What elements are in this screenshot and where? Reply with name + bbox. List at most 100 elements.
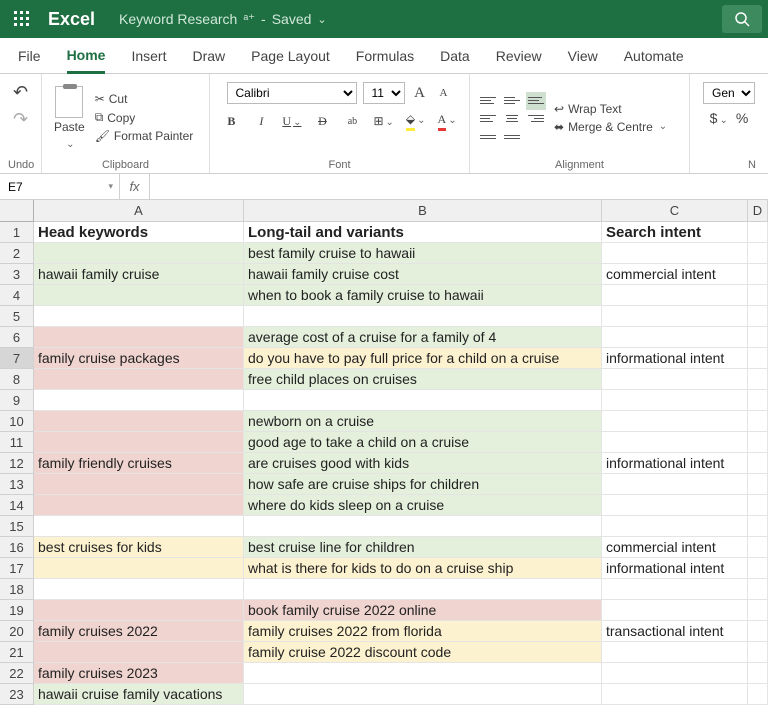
row-header[interactable]: 10	[0, 411, 34, 432]
cell[interactable]	[244, 684, 602, 705]
cell[interactable]: informational intent	[602, 453, 748, 474]
search-button[interactable]	[722, 5, 762, 33]
row-header[interactable]: 13	[0, 474, 34, 495]
cell[interactable]	[34, 369, 244, 390]
cell[interactable]	[602, 663, 748, 684]
fill-color-button[interactable]: ⬙	[406, 112, 426, 131]
copy-button[interactable]: ⧉ Copy	[95, 110, 194, 125]
spreadsheet-grid[interactable]: A B C D 1 Head keywords Long-tail and va…	[0, 200, 768, 705]
underline-button[interactable]: U	[282, 114, 301, 129]
row-header[interactable]: 5	[0, 306, 34, 327]
cell[interactable]: commercial intent	[602, 537, 748, 558]
cell[interactable]	[748, 600, 768, 621]
cell[interactable]	[602, 516, 748, 537]
align-top-button[interactable]	[478, 92, 498, 110]
cell[interactable]	[748, 579, 768, 600]
row-header[interactable]: 14	[0, 495, 34, 516]
cell[interactable]	[244, 306, 602, 327]
cell[interactable]: Search intent	[602, 222, 748, 243]
row-header[interactable]: 4	[0, 285, 34, 306]
cell[interactable]	[34, 432, 244, 453]
strike-button[interactable]: D	[313, 114, 331, 129]
cell[interactable]	[34, 285, 244, 306]
cell[interactable]	[748, 474, 768, 495]
cell[interactable]	[602, 285, 748, 306]
cell[interactable]	[602, 600, 748, 621]
cell[interactable]	[748, 285, 768, 306]
row-header[interactable]: 15	[0, 516, 34, 537]
name-box[interactable]: ▾	[0, 174, 120, 199]
number-format-select[interactable]: General	[703, 82, 755, 104]
cell[interactable]: hawaii family cruise cost	[244, 264, 602, 285]
cell[interactable]	[748, 495, 768, 516]
cell[interactable]	[602, 327, 748, 348]
col-header-B[interactable]: B	[244, 200, 602, 222]
cell[interactable]	[34, 474, 244, 495]
tab-automate[interactable]: Automate	[624, 38, 684, 73]
row-header[interactable]: 8	[0, 369, 34, 390]
cell[interactable]	[34, 495, 244, 516]
cell[interactable]	[748, 222, 768, 243]
tab-page-layout[interactable]: Page Layout	[251, 38, 330, 73]
cell[interactable]	[244, 390, 602, 411]
row-header[interactable]: 18	[0, 579, 34, 600]
cell[interactable]	[748, 369, 768, 390]
cell[interactable]: book family cruise 2022 online	[244, 600, 602, 621]
row-header[interactable]: 9	[0, 390, 34, 411]
format-painter-button[interactable]: 🖌 Format Painter	[95, 129, 194, 143]
cell[interactable]	[34, 642, 244, 663]
document-title[interactable]: Keyword Research ᵃ⁺ - Saved ⌄	[119, 11, 327, 27]
align-right-button[interactable]	[526, 110, 546, 128]
cell[interactable]	[602, 579, 748, 600]
row-header[interactable]: 22	[0, 663, 34, 684]
cell[interactable]: where do kids sleep on a cruise	[244, 495, 602, 516]
cell[interactable]: how safe are cruise ships for children	[244, 474, 602, 495]
row-header[interactable]: 21	[0, 642, 34, 663]
cell[interactable]	[34, 243, 244, 264]
cell[interactable]: family cruise packages	[34, 348, 244, 369]
cell[interactable]: commercial intent	[602, 264, 748, 285]
cell[interactable]: best cruise line for children	[244, 537, 602, 558]
cell[interactable]: hawaii family cruise	[34, 264, 244, 285]
shrink-font-button[interactable]: A	[435, 87, 453, 99]
row-header[interactable]: 1	[0, 222, 34, 243]
italic-button[interactable]: I	[252, 114, 270, 129]
cell[interactable]: family cruise 2022 discount code	[244, 642, 602, 663]
cell[interactable]: newborn on a cruise	[244, 411, 602, 432]
col-header-D[interactable]: D	[748, 200, 768, 222]
tab-view[interactable]: View	[568, 38, 598, 73]
chevron-down-icon[interactable]: ⌄	[317, 13, 326, 26]
decrease-indent-button[interactable]	[478, 128, 498, 146]
cell[interactable]	[602, 411, 748, 432]
cell[interactable]: family friendly cruises	[34, 453, 244, 474]
cell[interactable]	[602, 390, 748, 411]
cell[interactable]	[34, 306, 244, 327]
cell[interactable]: best family cruise to hawaii	[244, 243, 602, 264]
row-header[interactable]: 17	[0, 558, 34, 579]
tab-formulas[interactable]: Formulas	[356, 38, 414, 73]
font-name-select[interactable]: Calibri	[227, 82, 357, 104]
cell[interactable]	[748, 390, 768, 411]
cell[interactable]	[748, 306, 768, 327]
app-launcher-icon[interactable]	[6, 11, 38, 27]
cell[interactable]: what is there for kids to do on a cruise…	[244, 558, 602, 579]
cell[interactable]	[748, 453, 768, 474]
cell[interactable]	[748, 348, 768, 369]
align-left-button[interactable]	[478, 110, 498, 128]
row-header[interactable]: 7	[0, 348, 34, 369]
cell[interactable]: Long-tail and variants	[244, 222, 602, 243]
cell[interactable]	[602, 474, 748, 495]
cell[interactable]	[748, 558, 768, 579]
redo-icon[interactable]: ↷	[13, 109, 28, 130]
row-header[interactable]: 19	[0, 600, 34, 621]
tab-data[interactable]: Data	[440, 38, 470, 73]
chevron-down-icon[interactable]: ▾	[108, 181, 113, 192]
cell[interactable]: family cruises 2022	[34, 621, 244, 642]
cell[interactable]	[602, 243, 748, 264]
cell[interactable]	[34, 600, 244, 621]
cell[interactable]	[34, 558, 244, 579]
cell[interactable]: average cost of a cruise for a family of…	[244, 327, 602, 348]
cell-reference-input[interactable]	[6, 179, 86, 195]
cell[interactable]	[748, 432, 768, 453]
tab-insert[interactable]: Insert	[131, 38, 166, 73]
